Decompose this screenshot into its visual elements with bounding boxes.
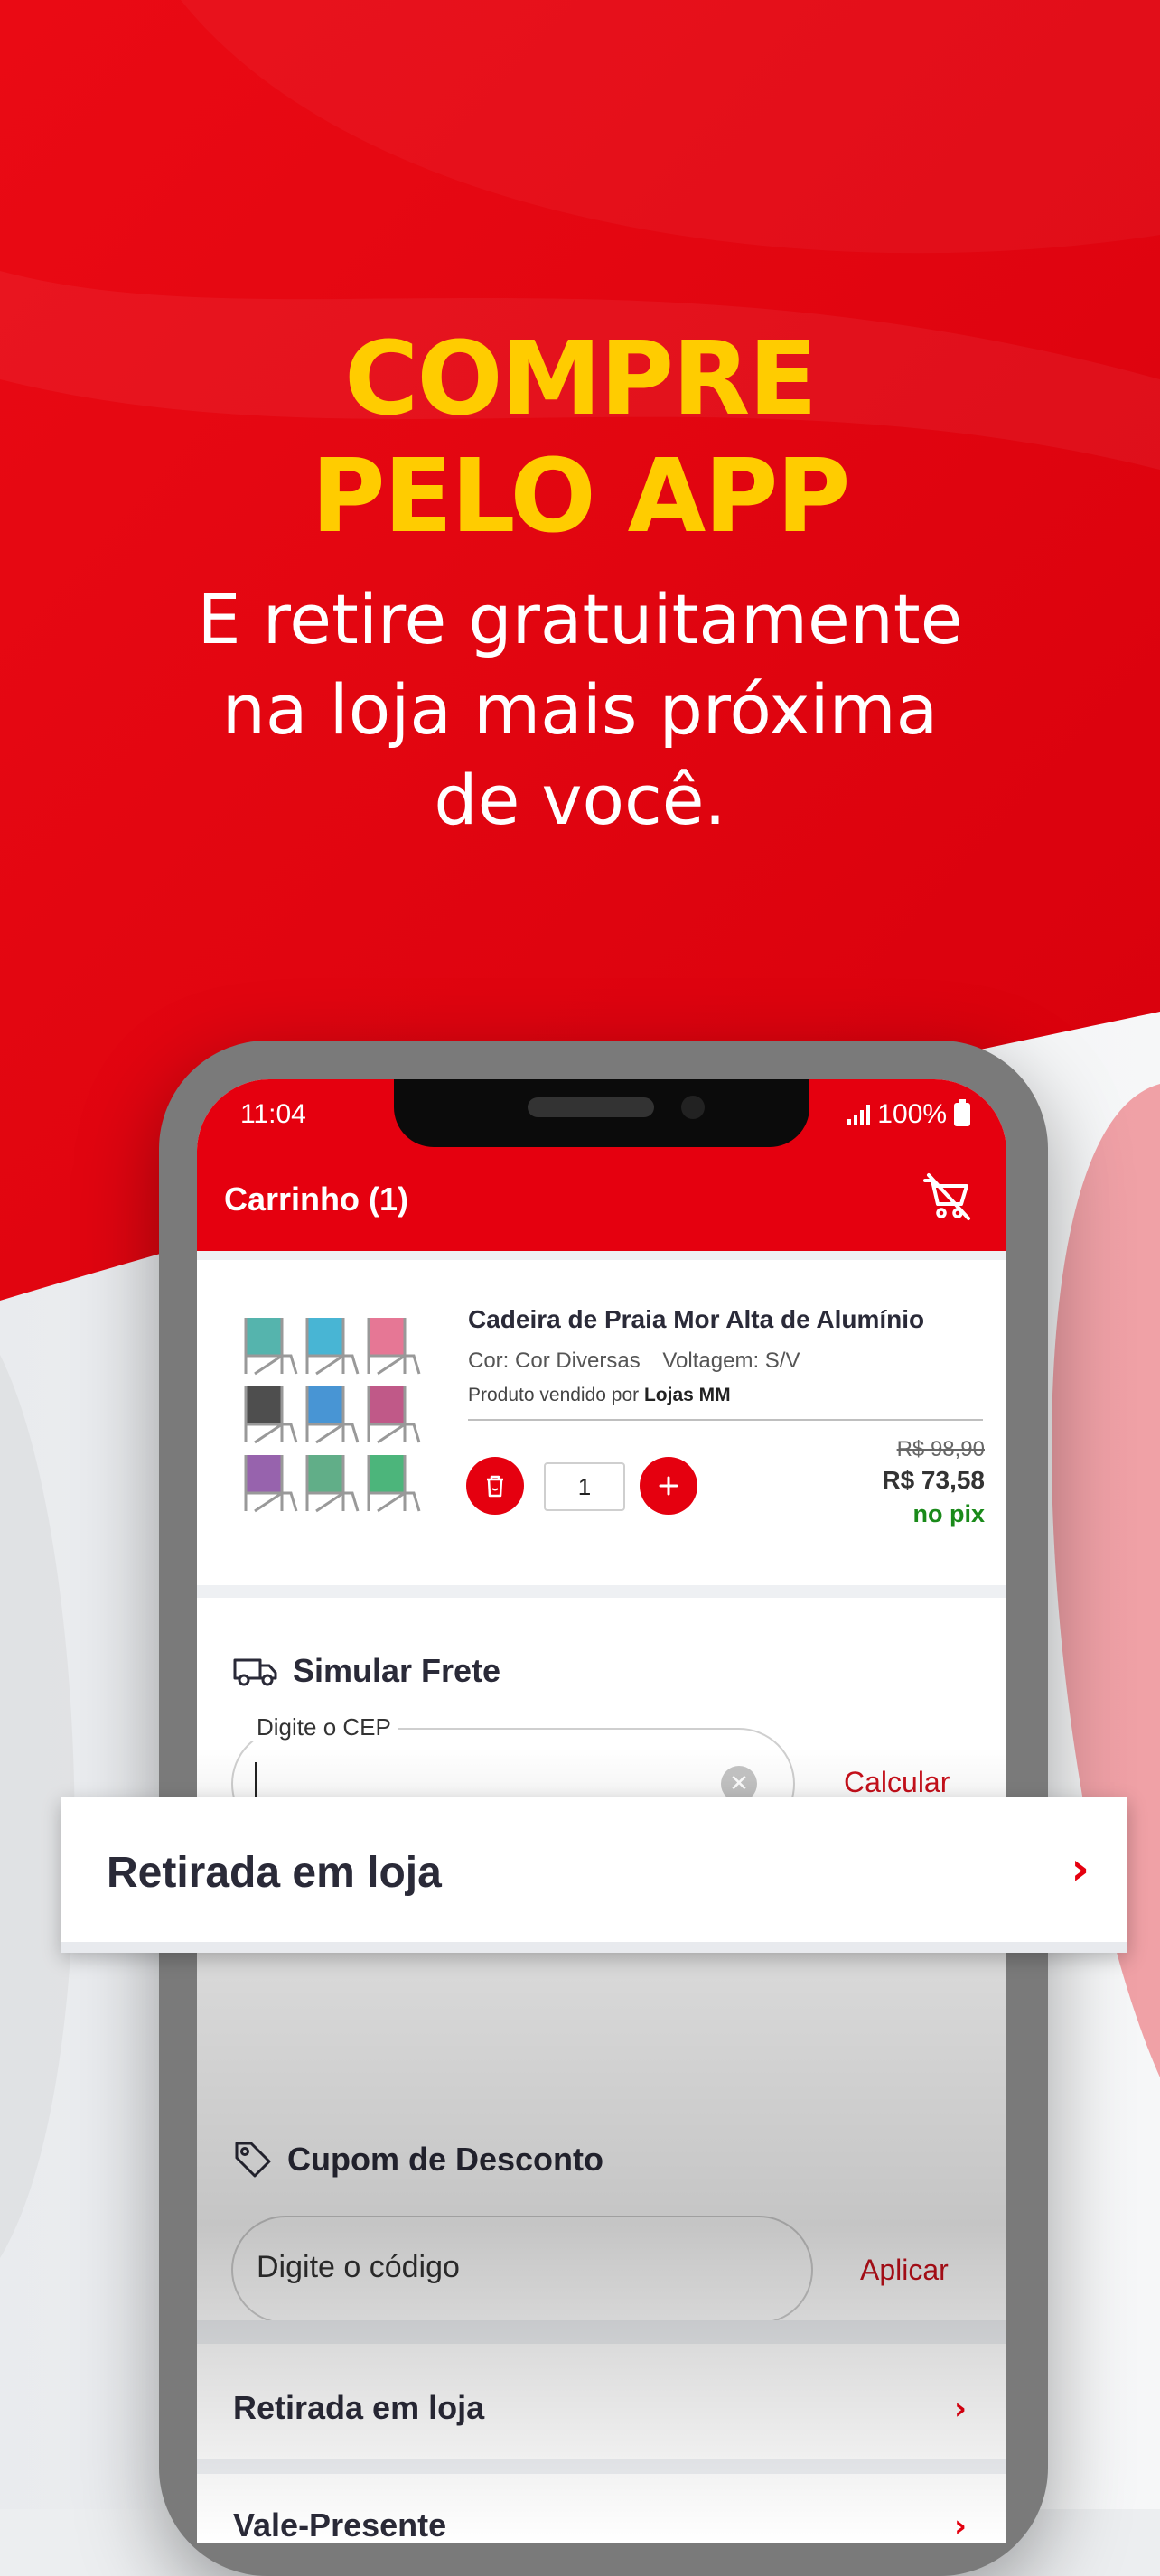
shipping-title: Simular Frete [233, 1652, 500, 1690]
shipping-title-text: Simular Frete [293, 1652, 501, 1689]
signal-icon [847, 1105, 871, 1125]
coupon-title: Cupom de Desconto [233, 2140, 603, 2179]
pickup-banner-label: Retirada em loja [107, 1849, 442, 1897]
product-seller: Produto vendido por Lojas MM [468, 1385, 731, 1406]
cart-item: Cadeira de Praia Mor Alta de Alumínio Co… [197, 1260, 1006, 1585]
coupon-title-text: Cupom de Desconto [287, 2141, 604, 2178]
seller-prefix: Produto vendido por [468, 1385, 640, 1405]
coupon-section: Cupom de Desconto Digite o código Aplica… [197, 1923, 1006, 2324]
subheadline-line-1: E retire gratuitamente [197, 579, 963, 659]
calculate-button[interactable]: Calcular [844, 1766, 950, 1799]
product-voltage: Voltagem: S/V [662, 1349, 800, 1373]
clear-input-icon[interactable]: ✕ [721, 1766, 757, 1802]
chevron-right-icon: › [1071, 1843, 1090, 1895]
banner-divider [61, 1942, 1127, 1953]
tag-icon [235, 2142, 271, 2178]
coupon-input[interactable]: Digite o código [231, 2216, 813, 2324]
product-color: Cor: Cor Diversas [468, 1349, 641, 1373]
headline-line-1: COMPRE [344, 321, 818, 438]
app-header: 11:04 100% Carrinho (1) [197, 1079, 1006, 1251]
subheadline-line-2: na loja mais próxima [221, 669, 939, 750]
gift-card-row[interactable]: Vale-Presente › [197, 2474, 1006, 2543]
chevron-right-icon: › [953, 2391, 967, 2427]
gift-card-label: Vale-Presente [233, 2506, 447, 2543]
page-title: Carrinho (1) [224, 1181, 409, 1218]
truck-icon [233, 1658, 277, 1686]
status-indicators: 100% [847, 1099, 970, 1130]
product-image[interactable] [242, 1314, 423, 1522]
battery-level: 100% [877, 1099, 947, 1129]
pix-label: no pix [912, 1500, 986, 1527]
divider [468, 1419, 983, 1421]
status-time: 11:04 [240, 1099, 306, 1129]
coupon-placeholder: Digite o código [257, 2250, 460, 2284]
trash-icon [487, 1475, 503, 1498]
phone-notch [394, 1079, 809, 1147]
chevron-right-icon: › [953, 2508, 967, 2543]
divider [197, 2459, 1006, 2474]
cep-label: Digite o CEP [249, 1713, 398, 1741]
pickup-label: Retirada em loja [233, 2389, 485, 2426]
plus-icon [659, 1476, 678, 1496]
pickup-banner[interactable]: Retirada em loja › [61, 1797, 1127, 1953]
divider [197, 1251, 1006, 1260]
seller-name: Lojas MM [643, 1385, 731, 1405]
remove-item-button[interactable] [466, 1457, 524, 1515]
front-camera [681, 1096, 705, 1119]
increase-quantity-button[interactable] [640, 1457, 697, 1515]
product-name[interactable]: Cadeira de Praia Mor Alta de Alumínio [468, 1305, 924, 1334]
headline-line-2: PELO APP [311, 438, 850, 555]
speaker-grille [528, 1097, 654, 1117]
divider [197, 2320, 1006, 2344]
text-cursor [255, 1762, 257, 1802]
battery-icon [954, 1099, 970, 1126]
divider [197, 1585, 1006, 1598]
subheadline-line-3: de você. [434, 760, 726, 840]
sale-price: R$ 73,58 [882, 1466, 985, 1494]
cart-remove-icon[interactable] [920, 1170, 974, 1224]
original-price: R$ 98,90 [896, 1437, 985, 1461]
apply-coupon-button[interactable]: Aplicar [860, 2254, 949, 2287]
quantity-field[interactable]: 1 [544, 1462, 625, 1511]
product-attributes: Cor: Cor Diversas Voltagem: S/V [468, 1349, 816, 1374]
